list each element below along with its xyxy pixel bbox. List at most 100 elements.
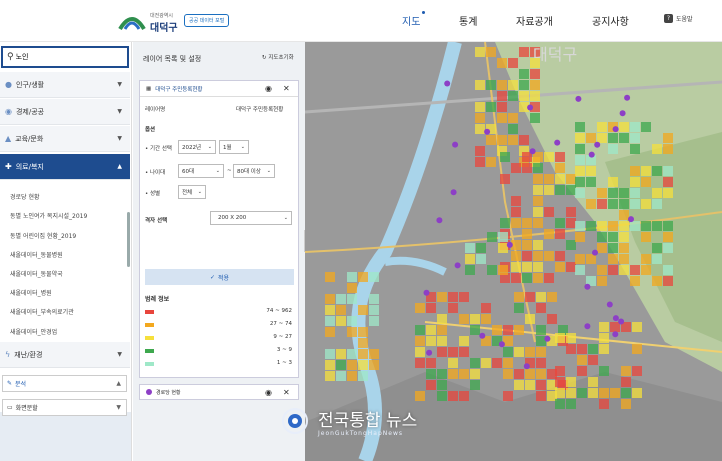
senior-center-marker[interactable] bbox=[584, 323, 591, 330]
subitem-senior-center[interactable]: 경로당 현황 bbox=[10, 192, 40, 201]
grid-cell bbox=[652, 254, 662, 264]
grid-cell bbox=[519, 80, 529, 90]
subitem-animal-hospital[interactable]: 새올데이터_동물병원 bbox=[10, 250, 63, 259]
nav-stats[interactable]: 통계 bbox=[459, 13, 477, 28]
map-reset-button[interactable]: ↻ 지도초기화 bbox=[262, 53, 294, 61]
senior-center-marker[interactable] bbox=[527, 104, 534, 111]
senior-center-marker[interactable] bbox=[588, 151, 595, 158]
senior-center-marker[interactable] bbox=[506, 241, 513, 248]
logo[interactable]: 대전광역시 대덕구 공공 데이터 포털 bbox=[118, 9, 248, 34]
map-canvas[interactable]: 대덕구 bbox=[305, 42, 722, 461]
senior-center-marker[interactable] bbox=[423, 289, 430, 296]
senior-center-marker[interactable] bbox=[628, 216, 634, 223]
category-population[interactable]: ● 인구/생활 ▼ bbox=[0, 72, 130, 98]
senior-center-marker[interactable] bbox=[612, 315, 619, 322]
senior-center-marker[interactable] bbox=[575, 95, 582, 102]
grid-cell bbox=[555, 163, 565, 173]
senior-center-marker[interactable] bbox=[450, 189, 457, 196]
grid-cell bbox=[632, 366, 642, 376]
age-from-select[interactable]: 60대 ⌄ bbox=[178, 164, 224, 178]
scrollbar-thumb[interactable] bbox=[127, 212, 130, 267]
grid-cell bbox=[575, 133, 585, 143]
grid-cell bbox=[663, 133, 673, 143]
nav-map[interactable]: 지도 bbox=[402, 11, 426, 28]
senior-center-marker[interactable] bbox=[436, 217, 443, 224]
subitem-affiliated-medical[interactable]: 새올데이터_부속의료기관 bbox=[10, 307, 74, 316]
pencil-icon: ✎ bbox=[7, 380, 13, 387]
category-economy[interactable]: ◉ 경제/공공 ▼ bbox=[0, 99, 130, 125]
senior-center-marker[interactable] bbox=[544, 335, 551, 342]
grid-cell bbox=[525, 369, 535, 379]
map-district-label: 대덕구 bbox=[533, 45, 577, 64]
subitem-daycare[interactable]: 동별 어린이집 현황_2019 bbox=[10, 231, 76, 240]
grid-cell bbox=[608, 133, 618, 143]
legend-swatch bbox=[145, 362, 154, 366]
senior-center-marker[interactable] bbox=[554, 139, 561, 146]
gender-select[interactable]: 전체 ⌄ bbox=[178, 185, 206, 199]
period-year-select[interactable]: 2022년 ⌄ bbox=[178, 140, 216, 154]
help-button[interactable]: ? 도움말 bbox=[664, 14, 693, 23]
senior-center-marker[interactable] bbox=[484, 128, 491, 135]
senior-center-marker[interactable] bbox=[444, 80, 451, 87]
senior-center-marker[interactable] bbox=[454, 262, 461, 269]
senior-center-marker[interactable] bbox=[618, 318, 625, 325]
senior-center-marker[interactable] bbox=[619, 110, 626, 117]
senior-center-marker[interactable] bbox=[584, 283, 591, 290]
senior-center-marker[interactable] bbox=[606, 301, 613, 308]
close-icon[interactable]: ✕ bbox=[283, 388, 290, 397]
chevron-down-icon: ⌄ bbox=[207, 144, 212, 150]
grid-cell bbox=[619, 254, 629, 264]
senior-center-marker[interactable] bbox=[426, 349, 433, 356]
senior-center-marker[interactable] bbox=[452, 141, 459, 148]
age-to-select[interactable]: 80대 이상 ⌄ bbox=[233, 164, 275, 178]
subitem-animal-pharmacy[interactable]: 새올데이터_동물약국 bbox=[10, 269, 63, 278]
eye-icon[interactable]: ◉ bbox=[265, 388, 272, 397]
grid-cell bbox=[470, 369, 480, 379]
senior-center-marker[interactable] bbox=[612, 331, 619, 338]
nav-notice[interactable]: 공지사항 bbox=[592, 13, 629, 28]
senior-center-marker[interactable] bbox=[498, 341, 505, 348]
subitem-hospital[interactable]: 새올데이터_병원 bbox=[10, 288, 52, 297]
layer-card-senior-center: 경로당 현황 ◉ ✕ bbox=[139, 384, 299, 400]
category-medical[interactable]: ✚ 의료/복지 ▲ bbox=[0, 154, 130, 180]
eye-icon[interactable]: ◉ bbox=[265, 84, 272, 93]
map-view[interactable]: 대덕구 bbox=[305, 42, 722, 461]
grid-cell bbox=[597, 188, 607, 198]
apply-button[interactable]: ✓ 적용 bbox=[145, 269, 294, 285]
period-month-select[interactable]: 1월 ⌄ bbox=[219, 140, 249, 154]
close-icon[interactable]: ✕ bbox=[283, 84, 290, 93]
screen-split-box[interactable]: ▭ 화면분할 ▼ bbox=[2, 399, 127, 416]
chevron-down-icon: ▼ bbox=[116, 404, 121, 411]
grid-cell bbox=[459, 314, 469, 324]
nav-data[interactable]: 자료공개 bbox=[516, 13, 553, 28]
grid-cell bbox=[597, 199, 607, 209]
category-education[interactable]: ▲ 교육/문화 ▼ bbox=[0, 126, 130, 152]
senior-center-marker[interactable] bbox=[479, 332, 486, 339]
grid-cell bbox=[358, 371, 368, 381]
grid-cell bbox=[358, 305, 368, 315]
subitem-senior-welfare[interactable]: 동별 노인여가 복지시설_2019 bbox=[10, 211, 87, 220]
grid-select[interactable]: 200 X 200 ⌄ bbox=[210, 211, 292, 225]
grid-cell bbox=[448, 358, 458, 368]
senior-center-marker[interactable] bbox=[529, 148, 536, 155]
grid-cell bbox=[511, 207, 521, 217]
grid-cell bbox=[663, 166, 673, 176]
senior-center-marker[interactable] bbox=[592, 249, 598, 256]
grid-cell bbox=[555, 218, 565, 228]
category-disaster[interactable]: ϟ 재난/환경 ▼ bbox=[0, 342, 130, 368]
senior-center-marker[interactable] bbox=[594, 141, 601, 148]
senior-center-marker[interactable] bbox=[523, 363, 530, 370]
grid-cell bbox=[475, 102, 485, 112]
grid-cell bbox=[663, 177, 673, 187]
analysis-box[interactable]: ✎ 분석 ▲ bbox=[2, 375, 127, 392]
grid-cell bbox=[621, 377, 631, 387]
senior-center-marker[interactable] bbox=[624, 94, 631, 101]
senior-center-marker[interactable] bbox=[612, 126, 619, 133]
grid-cell bbox=[514, 292, 524, 302]
search-icon[interactable]: ⚲ bbox=[7, 52, 14, 62]
search-input[interactable] bbox=[15, 53, 116, 61]
grid-cell bbox=[632, 322, 642, 332]
purple-dot-icon bbox=[146, 389, 152, 395]
subitem-optician[interactable]: 새올데이터_안경업 bbox=[10, 327, 57, 336]
grid-cell bbox=[448, 347, 458, 357]
